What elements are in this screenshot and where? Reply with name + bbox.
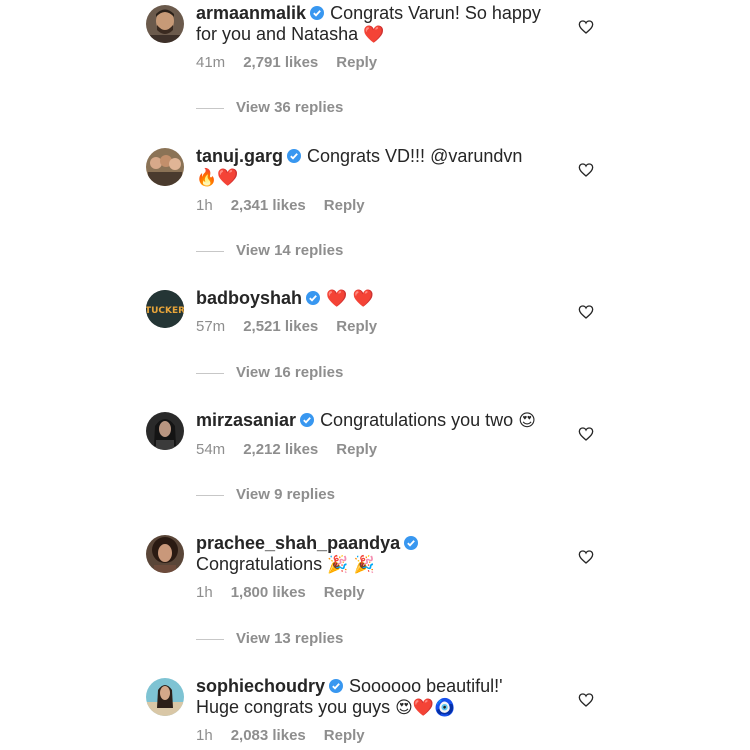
view-replies-button[interactable]: View 13 replies <box>196 630 343 647</box>
reply-button[interactable]: Reply <box>336 318 377 335</box>
timestamp: 1h <box>196 727 213 744</box>
comment-meta: 1h 2,341 likes Reply <box>196 197 365 214</box>
avatar-woman-beach-icon <box>146 678 184 716</box>
username[interactable]: badboyshah <box>196 288 302 308</box>
divider <box>196 107 224 109</box>
comment-text: tanuj.garg Congrats VD!!! @varundvn 🔥❤️ <box>196 146 556 189</box>
like-heart-icon[interactable] <box>578 162 594 178</box>
timestamp: 1h <box>196 584 213 601</box>
emoji: 🔥❤️ <box>196 168 239 188</box>
comment-body: for you and Natasha <box>196 24 364 44</box>
avatar-group-icon <box>146 148 184 186</box>
view-replies-label: View 14 replies <box>236 242 344 259</box>
emoji: ❤️ <box>363 25 385 45</box>
username[interactable]: armaanmalik <box>196 3 306 23</box>
comment-text: prachee_shah_paandya Congratulations 🎉 🎉 <box>196 533 556 576</box>
view-replies-button[interactable]: View 16 replies <box>196 364 343 381</box>
verified-badge-icon <box>404 536 419 550</box>
emoji: 😍 <box>518 411 536 431</box>
view-replies-label: View 13 replies <box>236 630 344 647</box>
avatar-woman-curly-icon <box>146 535 184 573</box>
likes-count[interactable]: 2,083 likes <box>231 727 306 744</box>
view-replies-label: View 16 replies <box>236 364 344 381</box>
view-replies-label: View 36 replies <box>236 99 344 116</box>
verified-badge-icon <box>310 6 325 20</box>
verified-badge-icon <box>300 413 315 427</box>
like-heart-icon[interactable] <box>578 426 594 442</box>
like-heart-icon[interactable] <box>578 19 594 35</box>
divider <box>196 638 224 640</box>
avatar[interactable]: TUCKER <box>146 290 184 328</box>
comment-body: Congrats Varun! So happy <box>330 3 541 23</box>
likes-count[interactable]: 2,341 likes <box>231 197 306 214</box>
divider <box>196 494 224 496</box>
username[interactable]: prachee_shah_paandya <box>196 533 400 553</box>
comment-meta: 1h 1,800 likes Reply <box>196 584 365 601</box>
comment-body: Soooooo beautiful!' <box>349 676 503 696</box>
comment-text: armaanmalik Congrats Varun! So happy for … <box>196 3 556 46</box>
emoji: 😍❤️🧿 <box>395 698 456 718</box>
avatar-woman-dark-icon <box>146 412 184 450</box>
comment-body: Huge congrats you guys <box>196 697 396 717</box>
reply-button[interactable]: Reply <box>324 727 365 744</box>
avatar[interactable] <box>146 535 184 573</box>
comment-meta: 1h 2,083 likes Reply <box>196 727 365 744</box>
timestamp: 1h <box>196 197 213 214</box>
avatar-logo-text: TUCKER <box>146 306 184 316</box>
comment-body: Congratulations <box>196 554 328 574</box>
view-replies-button[interactable]: View 36 replies <box>196 99 343 116</box>
comment-body: Congratulations you two <box>320 410 519 430</box>
comment-text: badboyshah ❤️ ❤️ <box>196 288 556 310</box>
like-heart-icon[interactable] <box>578 304 594 320</box>
emoji: 🎉 🎉 <box>327 555 375 575</box>
reply-button[interactable]: Reply <box>336 54 377 71</box>
likes-count[interactable]: 1,800 likes <box>231 584 306 601</box>
likes-count[interactable]: 2,212 likes <box>243 441 318 458</box>
avatar[interactable] <box>146 412 184 450</box>
username[interactable]: sophiechoudry <box>196 676 325 696</box>
comment-text: mirzasaniar Congratulations you two 😍 <box>196 410 556 432</box>
verified-badge-icon <box>287 149 302 163</box>
comment-text: sophiechoudry Soooooo beautiful!' Huge co… <box>196 676 556 719</box>
reply-button[interactable]: Reply <box>336 441 377 458</box>
view-replies-label: View 9 replies <box>236 486 335 503</box>
divider <box>196 250 224 252</box>
comment-meta: 54m 2,212 likes Reply <box>196 441 377 458</box>
like-heart-icon[interactable] <box>578 692 594 708</box>
emoji: ❤️ ❤️ <box>326 289 374 309</box>
verified-badge-icon <box>329 679 344 693</box>
timestamp: 54m <box>196 441 226 458</box>
likes-count[interactable]: 2,791 likes <box>243 54 318 71</box>
comment-meta: 41m 2,791 likes Reply <box>196 54 377 71</box>
avatar[interactable] <box>146 148 184 186</box>
username[interactable]: mirzasaniar <box>196 410 296 430</box>
view-replies-button[interactable]: View 14 replies <box>196 242 343 259</box>
reply-button[interactable]: Reply <box>324 584 365 601</box>
verified-badge-icon <box>306 291 321 305</box>
view-replies-button[interactable]: View 9 replies <box>196 486 335 503</box>
divider <box>196 372 224 374</box>
timestamp: 57m <box>196 318 226 335</box>
avatar-logo-icon: TUCKER <box>146 290 184 328</box>
avatar[interactable] <box>146 678 184 716</box>
likes-count[interactable]: 2,521 likes <box>243 318 318 335</box>
timestamp: 41m <box>196 54 226 71</box>
avatar[interactable] <box>146 5 184 43</box>
comment-body: Congrats VD!!! @varundvn <box>307 146 523 166</box>
reply-button[interactable]: Reply <box>324 197 365 214</box>
like-heart-icon[interactable] <box>578 549 594 565</box>
username[interactable]: tanuj.garg <box>196 146 283 166</box>
avatar-man-beard-icon <box>146 5 184 43</box>
comment-meta: 57m 2,521 likes Reply <box>196 318 377 335</box>
